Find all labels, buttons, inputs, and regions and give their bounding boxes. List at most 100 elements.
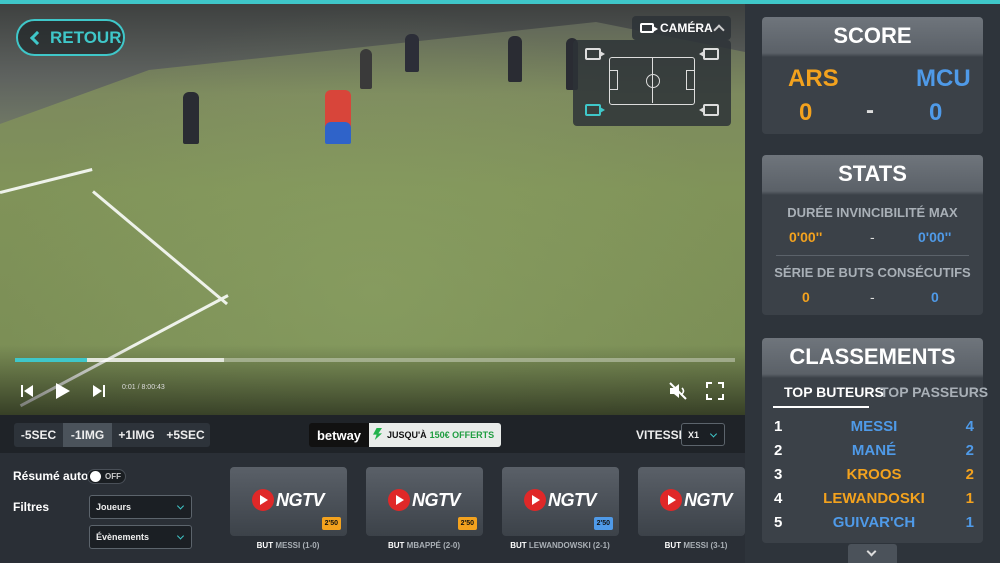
speed-label: VITESSE xyxy=(636,428,687,442)
tab-top-scorers[interactable]: TOP BUTEURS xyxy=(784,384,884,400)
back-button[interactable]: RETOUR xyxy=(16,19,125,56)
player-figure xyxy=(405,34,419,72)
stat-home-value: 0'00'' xyxy=(789,229,823,245)
stat-away-value: 0 xyxy=(931,289,939,305)
ranking-count: 1 xyxy=(965,514,974,531)
chevron-down-icon xyxy=(709,429,718,438)
sponsor-banner[interactable]: betway JUSQU'À 150€ OFFERTS xyxy=(309,423,501,447)
events-select-value: Évènements xyxy=(96,532,150,542)
player-figure xyxy=(508,36,522,82)
stat-separator: - xyxy=(870,229,875,245)
home-team-name: ARS xyxy=(788,65,839,92)
seek-plus-5sec-button[interactable]: +5SEC xyxy=(161,423,210,447)
ngtv-logo-text: NGTV xyxy=(276,489,325,510)
highlight-player: MESSI xyxy=(275,541,301,550)
ngtv-logo-text: NGTV xyxy=(412,489,461,510)
seek-minus-1img-button[interactable]: -1IMG xyxy=(63,423,112,447)
video-camera-icon xyxy=(640,23,658,33)
active-tab-indicator xyxy=(773,406,869,408)
mute-icon[interactable] xyxy=(668,381,688,406)
players-select[interactable]: Joueurs xyxy=(89,495,192,519)
highlight-score: (2-0) xyxy=(443,541,461,550)
ranking-row: 2 MANÉ 2 xyxy=(774,442,974,464)
away-score: 0 xyxy=(929,99,943,126)
camera-top-right-icon[interactable] xyxy=(699,48,719,60)
highlight-thumbnail[interactable]: NGTV xyxy=(638,467,745,536)
duration-badge: 2'50 xyxy=(321,517,341,530)
camera-bottom-right-icon[interactable] xyxy=(699,104,719,116)
chevron-left-icon xyxy=(29,30,45,45)
duration-badge: 2'50 xyxy=(457,517,477,530)
ngtv-logo: NGTV xyxy=(660,489,733,511)
highlight-caption: BUT LEWANDOWSKI (2-1) xyxy=(510,541,610,550)
chevron-down-icon xyxy=(176,502,185,510)
players-select-value: Joueurs xyxy=(96,502,132,512)
ngtv-logo: NGTV xyxy=(388,489,461,511)
highlight-player: MESSI xyxy=(683,541,709,550)
ranking-player-name: GUIVAR'CH xyxy=(832,514,916,531)
highlight-thumbnail[interactable]: NGTV 2'50 xyxy=(366,467,483,536)
expand-rankings-button[interactable] xyxy=(848,544,897,563)
highlight-type: BUT xyxy=(256,541,274,550)
ngtv-logo: NGTV xyxy=(252,489,325,511)
stats-divider xyxy=(776,255,969,256)
score-title: SCORE xyxy=(833,23,912,48)
camera-bottom-left-icon[interactable] xyxy=(585,104,605,116)
stats-title: STATS xyxy=(838,161,907,186)
highlight-score: (2-1) xyxy=(592,541,610,550)
camera-toggle-button[interactable]: CAMÉRA xyxy=(632,16,731,40)
fullscreen-icon[interactable] xyxy=(706,382,724,405)
ranking-count: 1 xyxy=(965,490,974,507)
ranking-row: 3 KROOS 2 xyxy=(774,466,974,488)
highlight-type: BUT xyxy=(664,541,682,550)
pitch-map-icon xyxy=(609,57,695,105)
skip-next-icon[interactable] xyxy=(92,384,106,403)
sponsor-logo: betway xyxy=(309,423,369,447)
auto-summary-toggle[interactable]: OFF xyxy=(87,469,126,484)
stat-home-value: 0 xyxy=(802,289,810,305)
duration-badge: 2'50 xyxy=(593,517,613,530)
toggle-state: OFF xyxy=(105,472,121,481)
ngtv-logo-text: NGTV xyxy=(548,489,597,510)
progress-played xyxy=(15,358,87,362)
player-figure xyxy=(325,122,351,144)
play-icon xyxy=(388,489,410,511)
highlight-player: LEWANDOWSKI xyxy=(528,541,591,550)
highlight-thumbnail[interactable]: NGTV 2'50 xyxy=(230,467,347,536)
highlight-score: (1-0) xyxy=(302,541,320,550)
controls-shade xyxy=(0,345,745,415)
camera-top-left-icon[interactable] xyxy=(585,48,605,60)
speed-select[interactable]: X1 xyxy=(681,423,725,446)
player-figure xyxy=(360,49,372,89)
tab-top-assists[interactable]: TOP PASSEURS xyxy=(880,384,988,400)
play-icon xyxy=(252,489,274,511)
filters-label: Filtres xyxy=(13,500,50,514)
ranking-row: 1 MESSI 4 xyxy=(774,418,974,440)
seek-minus-5sec-button[interactable]: -5SEC xyxy=(14,423,63,447)
chevron-down-icon xyxy=(866,546,877,557)
auto-summary-label: Résumé auto xyxy=(13,469,89,483)
back-button-label: RETOUR xyxy=(50,27,122,47)
stat-separator: - xyxy=(870,289,875,305)
events-select[interactable]: Évènements xyxy=(89,525,192,549)
seek-plus-1img-button[interactable]: +1IMG xyxy=(112,423,161,447)
video-progress-bar[interactable] xyxy=(15,358,735,362)
rankings-card: CLASSEMENTS xyxy=(762,338,983,543)
highlight-caption: BUT MESSI (1-0) xyxy=(257,541,320,550)
ranking-player-name: KROOS xyxy=(846,466,902,483)
timecode: 0:01 / 8:00:43 xyxy=(122,384,165,391)
play-icon[interactable] xyxy=(55,382,71,405)
ranking-player-name: MANÉ xyxy=(851,442,897,459)
stat-away-value: 0'00'' xyxy=(918,229,952,245)
camera-label: CAMÉRA xyxy=(660,21,713,35)
skip-previous-icon[interactable] xyxy=(20,384,34,403)
highlight-type: BUT xyxy=(387,541,405,550)
rankings-title: CLASSEMENTS xyxy=(789,344,956,369)
highlight-thumbnail[interactable]: NGTV 2'50 xyxy=(502,467,619,536)
ranking-count: 2 xyxy=(965,466,974,483)
sponsor-offer-amount: 150€ OFFERTS xyxy=(429,430,495,440)
highlight-caption: BUT MBAPPÉ (2-0) xyxy=(388,541,460,550)
toggle-knob xyxy=(90,471,101,482)
ranking-player-name: LEWANDOSKI xyxy=(823,490,925,507)
chevron-up-icon xyxy=(713,24,725,36)
